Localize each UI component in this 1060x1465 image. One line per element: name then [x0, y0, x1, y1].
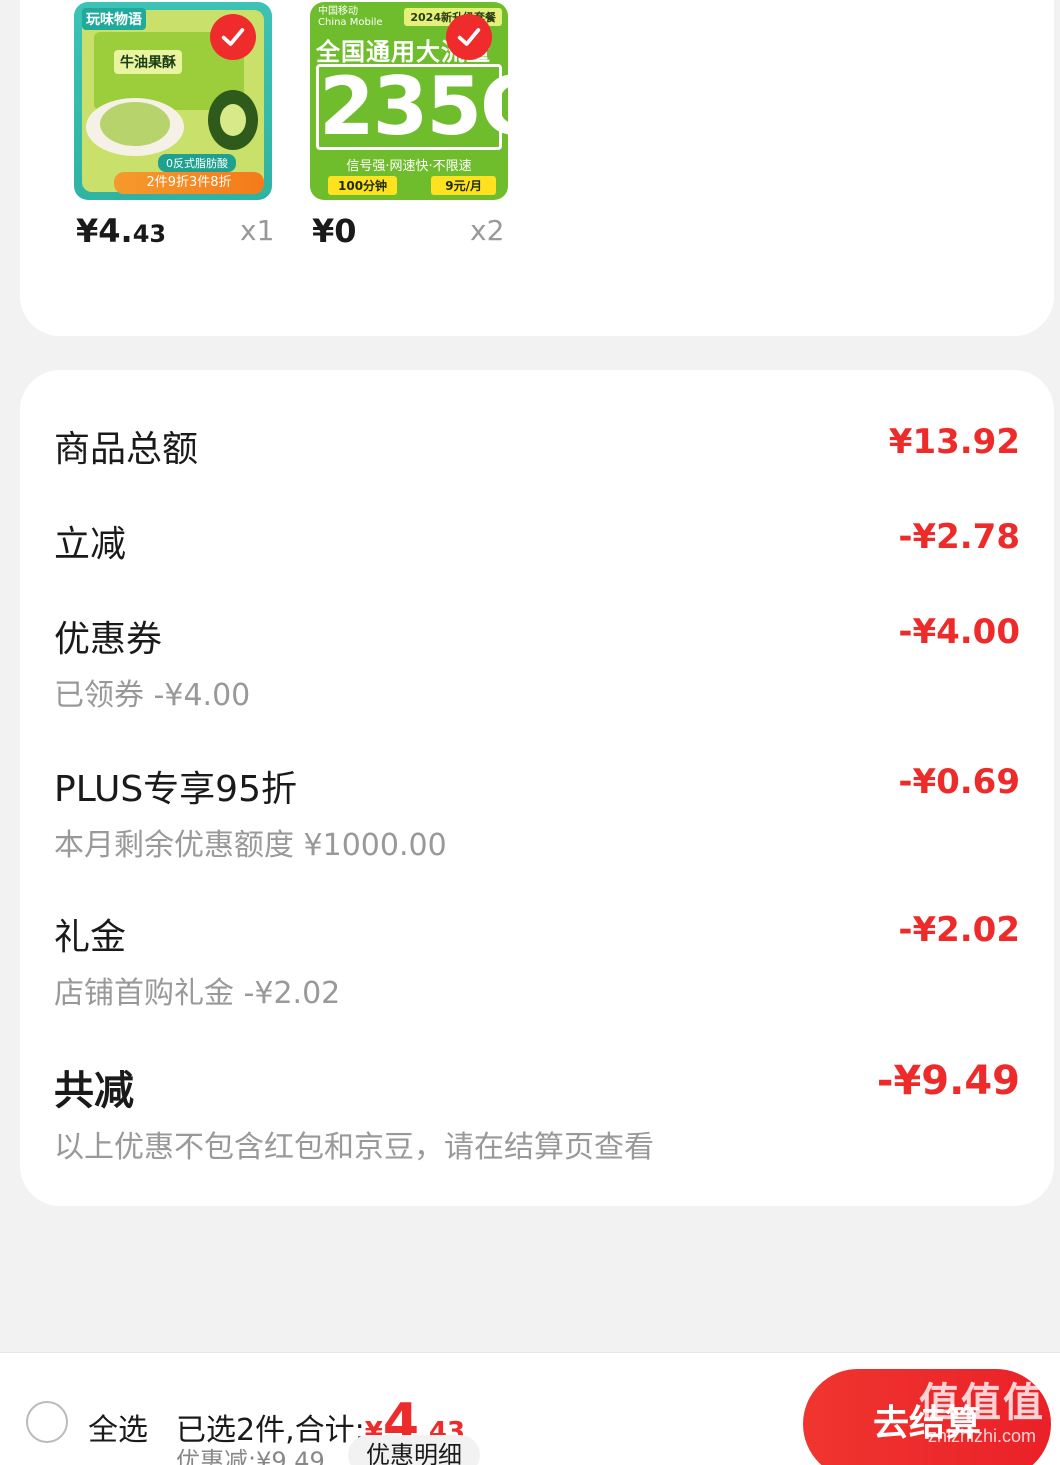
goods-total-amount: ¥13.92 [888, 422, 1020, 462]
avocado-graphic [208, 90, 258, 150]
plus-discount-amount: -¥0.69 [898, 762, 1020, 802]
plus-discount-label: PLUS专享95折 [54, 769, 297, 810]
instant-discount-amount: -¥2.78 [898, 517, 1020, 557]
plan-fee: 9元/月 [431, 176, 496, 195]
plus-quota-detail: 本月剩余优惠额度 ¥1000.00 [54, 828, 447, 863]
discount-summary-text: 优惠减:¥9.49 [176, 1447, 325, 1465]
price-integer: ¥0 [312, 212, 357, 250]
product-quantity: x2 [470, 214, 505, 247]
product-name-label: 牛油果酥 [114, 50, 182, 74]
gift-money-amount: -¥2.02 [898, 910, 1020, 950]
select-all-label[interactable]: 全选 [88, 1405, 148, 1449]
product-price: ¥4.43 [76, 212, 166, 250]
plan-data-amount: 235G [316, 64, 508, 150]
checkout-bar: 全选 已选2件,合计:¥4.43 优惠减:¥9.49 优惠明细 去结算 [0, 1352, 1060, 1465]
cart-products-card: 玩味物语 牛油果酥 0反式脂肪酸 2件9折3件8折 中国移动 China Mob… [20, 0, 1054, 336]
promo-tag: 2件9折3件8折 [114, 172, 264, 194]
selected-check-icon[interactable] [210, 14, 256, 60]
total-discount-amount: -¥9.49 [876, 1058, 1020, 1104]
coupon-label: 优惠券 [54, 619, 163, 660]
coupon-amount: -¥4.00 [898, 612, 1020, 652]
price-decimal: 43 [132, 220, 167, 248]
product-image-avocado-crisp[interactable]: 玩味物语 牛油果酥 0反式脂肪酸 2件9折3件8折 [74, 2, 272, 200]
gift-money-detail: 店铺首购礼金 -¥2.02 [54, 976, 341, 1011]
plan-features: 信号强·网速快·不限速 [346, 159, 472, 174]
select-all-radio[interactable] [26, 1401, 68, 1443]
selected-check-icon[interactable] [446, 14, 492, 60]
plan-minutes: 100分钟 [328, 176, 398, 195]
discount-summary-card: 商品总额 ¥13.92 立减 -¥2.78 优惠券 -¥4.00 已领券 -¥4… [20, 370, 1054, 1206]
price-integer: ¥4. [76, 212, 133, 250]
total-discount-note: 以上优惠不包含红包和京豆，请在结算页查看 [54, 1130, 654, 1165]
pastry-graphic [100, 102, 170, 146]
checkout-button[interactable]: 去结算 [803, 1369, 1051, 1465]
carrier-name: 中国移动 [318, 6, 358, 17]
instant-discount-label: 立减 [54, 524, 127, 565]
discount-detail-button[interactable]: 优惠明细 [348, 1435, 480, 1465]
product-image-data-plan[interactable]: 中国移动 China Mobile 2024新升级套餐 全国通用大流量 235G… [310, 2, 508, 200]
gift-money-label: 礼金 [54, 917, 127, 958]
product-brand-label: 玩味物语 [82, 8, 146, 30]
product-quantity: x1 [240, 214, 275, 247]
total-discount-label: 共减 [54, 1068, 134, 1114]
coupon-detail: 已领券 -¥4.00 [54, 678, 251, 713]
goods-total-label: 商品总额 [54, 429, 199, 470]
product-price: ¥0 [312, 212, 357, 250]
carrier-logo: 中国移动 China Mobile [318, 6, 383, 28]
product-tag: 0反式脂肪酸 [158, 154, 236, 172]
carrier-name-en: China Mobile [318, 17, 383, 28]
